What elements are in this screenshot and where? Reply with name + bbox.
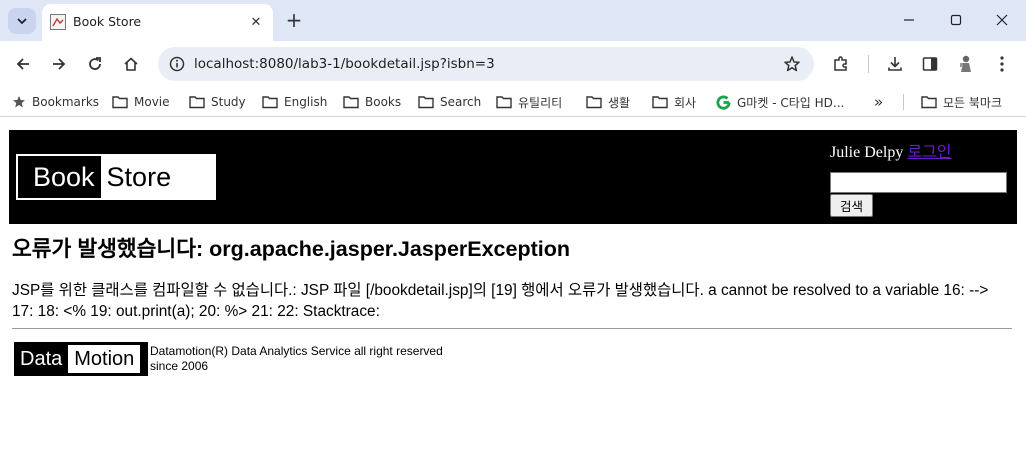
- reload-button[interactable]: [82, 51, 108, 77]
- extensions-icon[interactable]: [828, 51, 854, 77]
- browser-toolbar: localhost:8080/lab3-1/bookdetail.jsp?isb…: [0, 41, 1026, 87]
- logo-store-text: Store: [106, 161, 172, 192]
- datamotion-logo: Data Motion: [14, 342, 148, 376]
- forward-button[interactable]: [46, 51, 72, 77]
- bookmark-star-icon[interactable]: [782, 54, 802, 74]
- site-header: Book Store Julie Delpy 로그인 검색: [9, 130, 1017, 224]
- bookmark-label: 생활: [608, 95, 631, 110]
- bookmark-folder-utility[interactable]: 유틸리티: [496, 93, 562, 111]
- bookmark-label: Bookmarks: [32, 95, 100, 109]
- menu-kebab-icon[interactable]: [989, 51, 1015, 77]
- more-bookmarks-icon[interactable]: »: [874, 93, 883, 111]
- star-icon: [13, 96, 25, 108]
- logo-motion-text: Motion: [68, 345, 141, 373]
- tab-strip: Book Store ✕ +: [0, 0, 1026, 41]
- folder-icon: [652, 96, 668, 109]
- bookmark-label: G마켓 - C타입 HD...: [737, 95, 845, 110]
- folder-icon: [262, 96, 278, 109]
- arrow-right-icon: [53, 58, 66, 70]
- user-area: Julie Delpy 로그인: [830, 138, 952, 162]
- page-viewport: Book Store Julie Delpy 로그인 검색 오류가 발생했습니다…: [0, 118, 1026, 462]
- maximize-button[interactable]: [943, 8, 969, 32]
- toolbar-divider: [868, 55, 869, 73]
- bookmark-folder-study[interactable]: Study: [189, 93, 246, 111]
- footer-line-1: Datamotion(R) Data Analytics Service all…: [150, 344, 443, 358]
- bookmark-label: 회사: [674, 95, 697, 110]
- bookmarks-bar: Bookmarks Movie Study English Books Sear…: [0, 87, 1026, 117]
- back-button[interactable]: [10, 51, 36, 77]
- logo-data-text: Data: [20, 347, 63, 370]
- profile-avatar-icon[interactable]: [953, 51, 979, 77]
- folder-icon: [112, 96, 128, 109]
- folder-icon: [496, 96, 512, 109]
- google-g-icon: [716, 95, 731, 110]
- bookmark-folder-life[interactable]: 생활: [586, 93, 630, 111]
- error-title: 오류가 발생했습니다: org.apache.jasper.JasperExce…: [12, 237, 571, 261]
- logo-book-text: Book: [18, 156, 101, 198]
- bookmark-folder-all[interactable]: 모든 북마크: [921, 93, 1002, 111]
- search-button[interactable]: 검색: [830, 194, 873, 217]
- bookmark-folder-movie[interactable]: Movie: [112, 93, 170, 111]
- new-tab-button[interactable]: +: [282, 8, 306, 32]
- bookmark-folder-books[interactable]: Books: [343, 93, 401, 111]
- minimize-button[interactable]: [896, 8, 922, 32]
- close-tab-icon[interactable]: ✕: [246, 12, 266, 32]
- home-button[interactable]: [118, 51, 144, 77]
- bookmarks-divider: [903, 94, 904, 110]
- bookmark-label: English: [284, 95, 328, 109]
- folder-icon: [189, 96, 205, 109]
- download-icon[interactable]: [882, 51, 908, 77]
- reload-icon: [89, 57, 101, 70]
- folder-icon: [921, 96, 937, 109]
- chevron-down-icon: [17, 18, 27, 25]
- bookmark-label: 유틸리티: [518, 95, 563, 110]
- folder-icon: [418, 96, 434, 109]
- arrow-left-icon: [16, 58, 29, 70]
- bookmark-folder-search[interactable]: Search: [418, 93, 481, 111]
- folder-icon: [586, 96, 602, 109]
- address-bar[interactable]: localhost:8080/lab3-1/bookdetail.jsp?isb…: [158, 47, 814, 81]
- tab-search-button[interactable]: [8, 8, 36, 34]
- bookmark-label: Search: [440, 95, 482, 109]
- book-store-logo[interactable]: Book Store: [16, 154, 216, 200]
- bookmark-label: Study: [211, 95, 246, 109]
- search-input[interactable]: [830, 172, 1007, 193]
- tab-book-store[interactable]: Book Store ✕: [42, 4, 273, 41]
- home-icon: [124, 57, 138, 71]
- footer-copyright: Datamotion(R) Data Analytics Service all…: [150, 344, 443, 374]
- bookmark-gmarket[interactable]: G마켓 - C타입 HD...: [716, 93, 844, 111]
- footer-line-2: since 2006: [150, 359, 209, 373]
- error-message: JSP를 위한 클래스를 컴파일할 수 없습니다.: JSP 파일 [/book…: [12, 282, 989, 320]
- url-text: localhost:8080/lab3-1/bookdetail.jsp?isb…: [194, 56, 495, 72]
- folder-icon: [343, 96, 359, 109]
- bookmark-label: Books: [365, 95, 402, 109]
- divider: [12, 328, 1012, 329]
- bookmark-label: Movie: [134, 95, 170, 109]
- close-window-button[interactable]: [989, 8, 1015, 32]
- bookmark-bookmarks[interactable]: Bookmarks: [12, 93, 99, 111]
- side-panel-icon[interactable]: [917, 51, 943, 77]
- favicon-icon: [50, 14, 66, 30]
- bookmark-label: 모든 북마크: [943, 95, 1003, 110]
- login-link[interactable]: 로그인: [907, 144, 951, 161]
- tab-title: Book Store: [73, 14, 142, 29]
- bookmark-folder-company[interactable]: 회사: [652, 93, 696, 111]
- bookmark-folder-english[interactable]: English: [262, 93, 327, 111]
- user-name: Julie Delpy: [830, 144, 904, 161]
- site-info-icon[interactable]: [168, 55, 186, 73]
